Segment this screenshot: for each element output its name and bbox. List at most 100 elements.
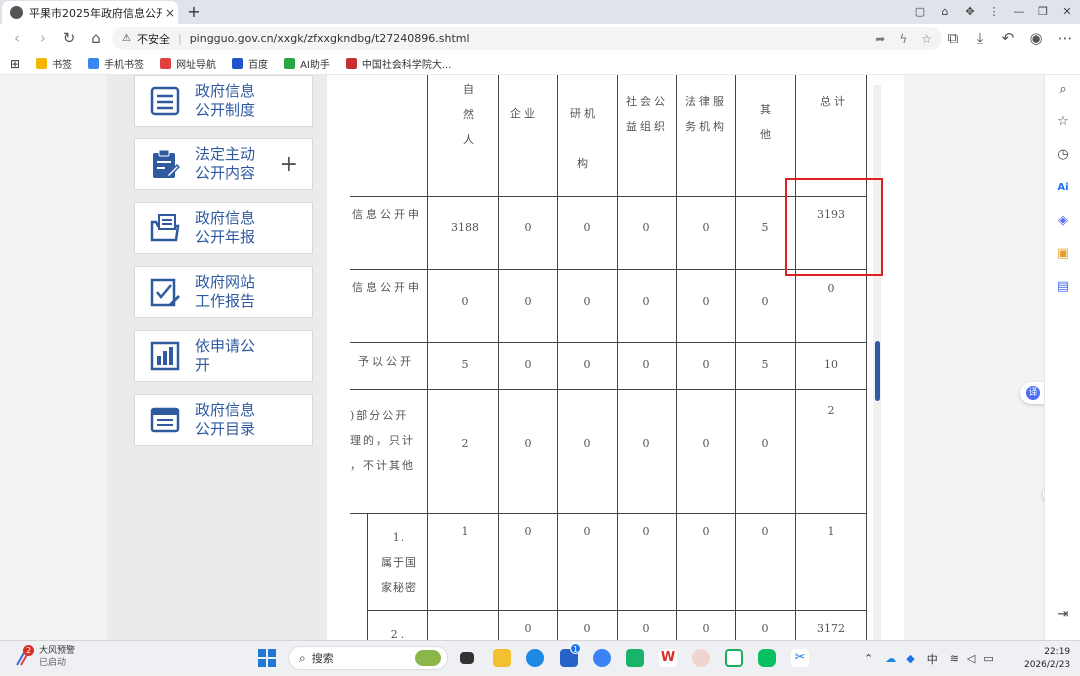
favorite-star-icon[interactable]: ☆ [921,32,932,46]
sidebar-item-annual-report[interactable]: 政府信息公开年报 [134,202,313,254]
tab-layout-icon[interactable]: ▢ [909,3,931,21]
battery-icon[interactable]: ▭ [983,652,993,665]
notes-app-icon[interactable] [626,649,644,667]
back-icon[interactable]: ‹ [6,24,28,53]
bookmark-item[interactable]: 百度 [232,56,268,71]
vpn-icon[interactable]: ◆ [906,652,914,665]
restore-icon[interactable]: ❐ [1032,3,1054,21]
web-page: 政府信息公开制度 法定主动公开内容 + 政府信息公开年报 政府网站工作报告 依申… [0,75,1044,640]
weather-widget[interactable]: 2 大风预警 已启动 [14,645,75,669]
table-cell: 0 [583,622,591,635]
tab-strip: 平果市2025年政府信息公开工作 × + ▢ ⌂ ✥ ⋮ — ❐ ✕ [0,0,1080,24]
tray-expand-icon[interactable]: ⌃ [864,652,873,665]
sidebar-item-statutory-content[interactable]: 法定主动公开内容 + [134,138,313,190]
navigation-bar: ‹ › ↻ ⌂ ⚠ 不安全 | pingguo.gov.cn/xxgk/zfxx… [0,24,1080,53]
task-view-icon[interactable] [460,652,474,664]
page-scrollbar-thumb[interactable] [875,341,880,401]
share-icon[interactable]: ➦ [875,32,885,46]
url-text[interactable]: pingguo.gov.cn/xxgk/zfxxgkndbg/t27240896… [190,32,470,45]
store-badge: 1 [570,643,581,654]
checklist-pen-icon [150,278,180,307]
collapse-panel-icon[interactable]: ⇥ [1045,605,1080,625]
bookmark-item[interactable]: AI助手 [284,56,330,71]
table-cell: 0 [761,622,769,635]
undo-icon[interactable]: ↶ [997,24,1019,53]
menu-dots-icon[interactable]: ⋮ [983,3,1005,21]
table-cell: 0 [524,295,532,308]
taskbar-search-box[interactable]: ⌕ 搜索 [288,646,448,670]
table-cell: 0 [524,437,532,450]
floating-translate-button[interactable]: 译 [1020,382,1044,404]
bookmark-item[interactable]: 网址导航 [160,56,216,71]
ai-assistant-icon[interactable]: Ai [1045,178,1080,198]
system-clock[interactable]: 22:19 2026/2/23 [1024,646,1070,672]
table-cell: 0 [524,221,532,234]
reload-icon[interactable]: ↻ [58,24,80,53]
academy-site-icon [345,58,357,69]
row-label-multiline: )部分公开 理的，只计 ，不计其他 [350,409,415,472]
extensions-icon[interactable]: ✥ [959,3,981,21]
lightning-icon[interactable]: ϟ [899,32,907,46]
new-tab-button[interactable]: + [184,2,204,22]
profile-avatar-icon[interactable]: ◉ [1025,24,1047,53]
edge-browser-icon[interactable] [526,649,544,667]
header-natural-person: 自然人 [463,83,477,146]
header-legal-service-org: 法律服务机构 [685,95,727,133]
game-controller-icon[interactable]: ◈ [1045,211,1080,231]
bookmark-item[interactable]: 手机书签 [88,56,144,71]
sidebar-item-directory[interactable]: 政府信息公开目录 [134,394,313,446]
clock-date: 2026/2/23 [1024,660,1071,670]
sidebar-item-label: 依申请公开 [195,337,256,374]
close-window-icon[interactable]: ✕ [1056,3,1078,21]
ime-indicator[interactable]: 中 [927,651,938,667]
warning-icon[interactable]: ⚠ [122,33,131,44]
onedrive-icon[interactable]: ☁ [885,652,896,665]
translate-icon: 译 [1026,386,1040,400]
list-document-icon [150,86,180,116]
sidebar-item-disclosure-system[interactable]: 政府信息公开制度 [134,75,313,127]
file-explorer-icon[interactable] [493,649,511,667]
wps-office-icon[interactable]: W [659,649,677,667]
sidebar-item-website-report[interactable]: 政府网站工作报告 [134,266,313,318]
bookmark-item[interactable]: 中国社会科学院大... [345,56,451,71]
bookmark-label: 百度 [248,60,269,71]
browser-side-panel: ⌕ ☆ ◷ Ai ◈ ▣ ▤ ⇥ [1044,75,1080,640]
windows-start-icon[interactable] [258,649,276,667]
address-bar[interactable]: ⚠ 不安全 | pingguo.gov.cn/xxgk/zfxxgkndbg/t… [112,27,942,50]
translate-toolbar-icon[interactable]: ⌂ [934,3,956,21]
table-cell: 0 [583,358,591,371]
table-cell: 0 [702,221,710,234]
table-cell: 0 [642,622,650,635]
table-cell: 0 [524,622,532,635]
sub-row-label: 1. 属于国 家秘密 [381,531,417,594]
wifi-icon[interactable]: ≋ [950,652,959,665]
browser-app-icon[interactable] [593,649,611,667]
wechat-icon[interactable] [758,649,776,667]
apps-grid-icon[interactable]: ⊞ [10,57,20,71]
assistant-app-icon[interactable] [692,649,710,667]
home-icon[interactable]: ⌂ [85,24,107,53]
download-icon[interactable]: ⤓ [969,24,991,53]
security-label[interactable]: 不安全 [137,31,170,47]
minimize-icon[interactable]: — [1008,3,1030,21]
chat-app-icon[interactable] [725,649,743,667]
table-cell: 3172 [817,622,845,635]
toolbox-icon[interactable]: ▣ [1045,244,1080,264]
bookmark-label: 网址导航 [176,60,217,71]
favorites-star-icon[interactable]: ☆ [1045,112,1080,132]
translate-side-icon[interactable]: ▤ [1045,277,1080,297]
browser-tab[interactable]: 平果市2025年政府信息公开工作 × [2,1,178,24]
store-icon[interactable]: 1 [560,643,581,667]
expand-plus-icon[interactable]: + [280,152,298,177]
snipping-tool-icon[interactable]: ✂ [791,649,809,667]
table-cell: 0 [583,525,591,538]
more-menu-icon[interactable]: ⋯ [1054,24,1076,53]
search-icon[interactable]: ⌕ [1045,80,1080,100]
bookmark-item[interactable]: 书签 [36,56,72,71]
forward-icon[interactable]: › [32,24,54,53]
sidebar-item-on-request[interactable]: 依申请公开 [134,330,313,382]
screenshot-icon[interactable]: ⧉ [942,24,964,53]
volume-icon[interactable]: ◁ [967,652,975,665]
tab-close-icon[interactable]: × [162,6,178,20]
history-clock-icon[interactable]: ◷ [1045,145,1080,165]
